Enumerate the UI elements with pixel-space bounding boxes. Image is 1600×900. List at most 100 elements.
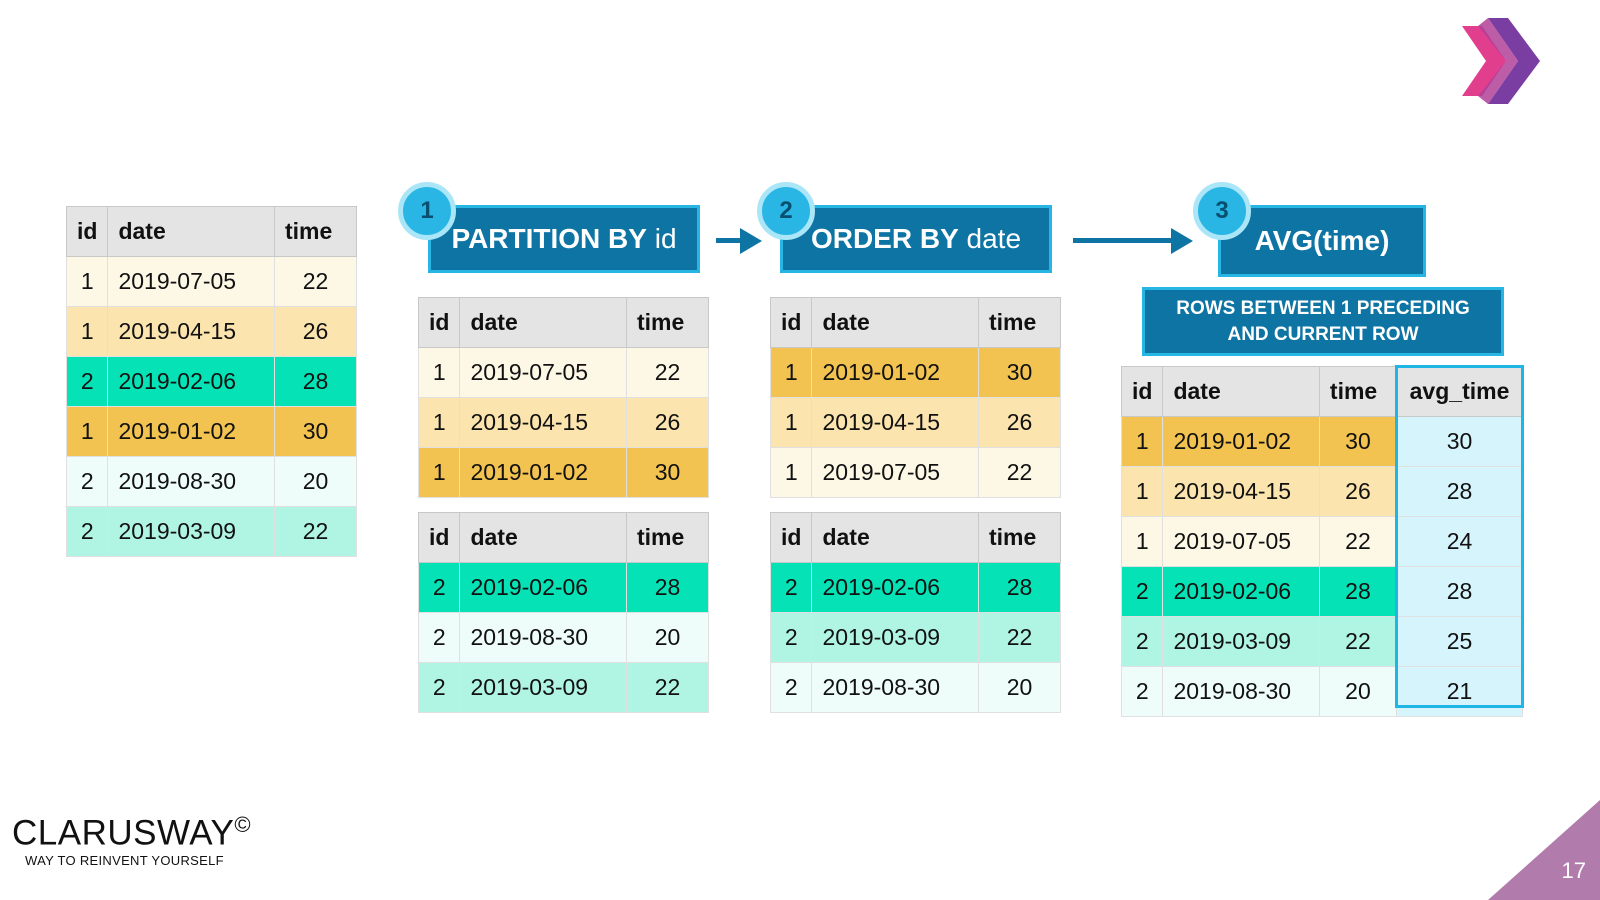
cell-time: 22 [1318, 516, 1398, 567]
table-row: 2 2019-03-09 22 25 [1120, 616, 1523, 667]
cell-date: 2019-01-02 [107, 406, 275, 457]
cell-time: 20 [273, 456, 358, 507]
table-row: 1 2019-01-02 30 [769, 347, 1062, 398]
cell-time: 30 [977, 347, 1062, 398]
table-row: 1 2019-04-15 26 [769, 397, 1062, 448]
cell-time: 30 [273, 406, 358, 457]
copyright-mark: © [234, 812, 252, 837]
column-header-date: date [459, 297, 627, 348]
table-row: 1 2019-04-15 26 28 [1120, 466, 1523, 517]
table-row: 1 2019-07-05 22 [65, 256, 358, 307]
table-header-row: id date time [417, 297, 710, 348]
cell-date: 2019-07-05 [459, 347, 627, 398]
source-table: id date time 1 2019-07-05 22 1 2019-04-15 26… [65, 206, 358, 557]
cell-date: 2019-08-30 [811, 662, 979, 713]
cell-avg-time: 28 [1396, 466, 1523, 517]
cell-time: 26 [273, 306, 358, 357]
cell-id: 1 [417, 397, 461, 448]
cell-date: 2019-04-15 [1162, 466, 1320, 517]
cell-date: 2019-04-15 [107, 306, 275, 357]
cell-date: 2019-01-02 [459, 447, 627, 498]
cell-id: 2 [769, 562, 813, 613]
cell-time: 30 [625, 447, 710, 498]
cell-id: 1 [769, 447, 813, 498]
cell-id: 2 [1120, 616, 1164, 667]
cell-id: 1 [65, 406, 109, 457]
table-row: 2 2019-02-06 28 28 [1120, 566, 1523, 617]
partition-table-id-1: id date time 1 2019-07-05 22 1 2019-04-15 26… [417, 297, 710, 498]
column-header-id: id [769, 297, 813, 348]
cell-date: 2019-03-09 [811, 612, 979, 663]
cell-time: 28 [273, 356, 358, 407]
cell-avg-time: 30 [1396, 416, 1523, 467]
column-header-time: time [977, 512, 1062, 563]
arrow-right-icon [1171, 228, 1193, 254]
cell-id: 1 [417, 347, 461, 398]
step-partition-banner: PARTITION BY id [428, 205, 700, 273]
page-number: 17 [1561, 858, 1586, 883]
column-header-date: date [811, 297, 979, 348]
column-header-date: date [811, 512, 979, 563]
table-header-row: id date time avg_time [1120, 366, 1523, 417]
cell-id: 1 [65, 306, 109, 357]
cell-time: 28 [625, 562, 710, 613]
table-row: 2 2019-03-09 22 [417, 662, 710, 713]
cell-id: 1 [1120, 516, 1164, 567]
column-header-id: id [1120, 366, 1164, 417]
cell-id: 2 [417, 662, 461, 713]
cell-time: 20 [977, 662, 1062, 713]
cell-id: 1 [769, 347, 813, 398]
table-row: 1 2019-07-05 22 [769, 447, 1062, 498]
chevron-logo-icon [1462, 18, 1540, 104]
banner-arg: id [654, 223, 677, 254]
cell-id: 2 [65, 456, 109, 507]
step-badge: 3 [1193, 182, 1251, 240]
brand-logo: CLARUSWAY© [12, 812, 251, 854]
cell-date: 2019-02-06 [459, 562, 627, 613]
cell-id: 2 [417, 612, 461, 663]
cell-date: 2019-04-15 [811, 397, 979, 448]
table-header-row: id date time [769, 297, 1062, 348]
cell-date: 2019-03-09 [107, 506, 275, 557]
table-row: 2 2019-08-30 20 [769, 662, 1062, 713]
cell-date: 2019-02-06 [811, 562, 979, 613]
cell-id: 1 [1120, 416, 1164, 467]
cell-id: 2 [65, 356, 109, 407]
cell-time: 20 [1318, 666, 1398, 717]
partition-table-id-2: id date time 2 2019-02-06 28 2 2019-08-30 20… [417, 512, 710, 713]
column-header-date: date [1162, 366, 1320, 417]
frame-clause-line2: AND CURRENT ROW [1227, 323, 1419, 345]
table-row: 2 2019-08-30 20 [65, 456, 358, 507]
cell-id: 2 [1120, 666, 1164, 717]
cell-time: 20 [625, 612, 710, 663]
table-header-row: id date time [65, 206, 358, 257]
column-header-time: time [273, 206, 358, 257]
column-header-time: time [1318, 366, 1398, 417]
table-row: 1 2019-04-15 26 [417, 397, 710, 448]
cell-id: 1 [417, 447, 461, 498]
cell-date: 2019-03-09 [459, 662, 627, 713]
table-row: 1 2019-01-02 30 [417, 447, 710, 498]
table-row: 2 2019-02-06 28 [769, 562, 1062, 613]
cell-id: 2 [417, 562, 461, 613]
table-row: 2 2019-02-06 28 [417, 562, 710, 613]
cell-time: 22 [625, 662, 710, 713]
table-row: 2 2019-03-09 22 [769, 612, 1062, 663]
cell-date: 2019-08-30 [107, 456, 275, 507]
column-header-id: id [769, 512, 813, 563]
cell-date: 2019-01-02 [1162, 416, 1320, 467]
cell-avg-time: 25 [1396, 616, 1523, 667]
cell-id: 2 [1120, 566, 1164, 617]
cell-time: 28 [1318, 566, 1398, 617]
arrow-line [1073, 238, 1173, 243]
column-header-id: id [417, 512, 461, 563]
cell-time: 22 [977, 447, 1062, 498]
column-header-time: time [977, 297, 1062, 348]
cell-avg-time: 28 [1396, 566, 1523, 617]
table-header-row: id date time [769, 512, 1062, 563]
arrow-line [716, 238, 742, 243]
ordered-table-id-2: id date time 2 2019-02-06 28 2 2019-03-09 22… [769, 512, 1062, 713]
table-row: 1 2019-07-05 22 24 [1120, 516, 1523, 567]
banner-keyword: ORDER BY [810, 223, 959, 254]
step-badge: 1 [398, 182, 456, 240]
